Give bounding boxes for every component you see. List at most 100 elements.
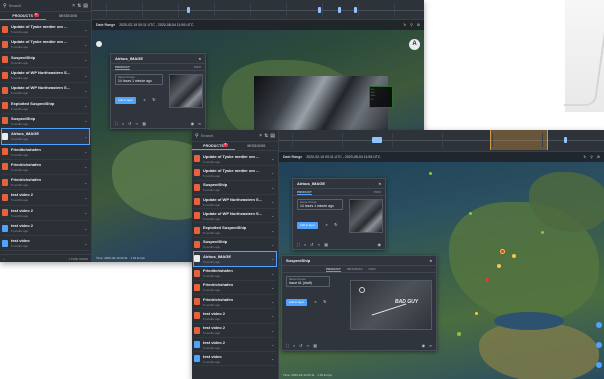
code-icon[interactable]: ‹› [318, 242, 321, 247]
grid-icon[interactable]: ▦ [313, 343, 317, 348]
chevron-down-icon[interactable]: ⌄ [271, 156, 276, 161]
issue-field[interactable]: Name of issue 14 hours 1 minute ago [115, 74, 163, 85]
map-marker[interactable] [469, 212, 472, 215]
close-icon[interactable]: × [304, 242, 306, 247]
list-item[interactable]: Exploited SuspectShip 5 months ago ⌄ [2, 98, 89, 114]
tab-metadata[interactable]: METADATA [347, 267, 363, 271]
tab-info[interactable]: INFO [194, 65, 201, 69]
chevron-down-icon[interactable]: ⌄ [271, 228, 276, 233]
remove-icon[interactable]: × [143, 97, 145, 102]
refresh-icon[interactable]: ↻ [152, 97, 155, 102]
map-marker[interactable] [541, 231, 544, 234]
eye-icon[interactable]: ◉ [191, 121, 195, 126]
list-item[interactable]: Exploited SuspectShip 5 months ago ⌄ [194, 223, 276, 238]
add-to-layer-button[interactable]: Add to layer [115, 96, 136, 104]
tab-missions[interactable]: MISSIONS [235, 142, 278, 150]
list-item[interactable]: test video 25 months ago ⌄ [194, 338, 276, 353]
image-thumbnail[interactable] [169, 74, 203, 108]
list-item[interactable]: Friedrichshafen 5 months ago ⌄ [194, 281, 276, 295]
close-icon[interactable]: × [199, 56, 201, 61]
chevron-down-icon[interactable]: ⌄ [271, 242, 276, 247]
zoom-icon[interactable]: ⚲ [410, 23, 413, 27]
close-icon[interactable]: × [379, 181, 381, 186]
list-item[interactable]: test video 25 months ago ⌄ [2, 190, 89, 206]
chevron-down-icon[interactable]: ⌄ [84, 180, 89, 185]
map-marker[interactable] [485, 278, 489, 282]
add-button[interactable]: + [3, 257, 5, 261]
settings-icon[interactable]: ⚙ [417, 23, 420, 27]
list-item[interactable]: Update of Tyske medier om ... 5 months ag… [2, 37, 89, 53]
refresh-icon[interactable]: ↻ [403, 23, 406, 27]
list-item[interactable]: Friedrichshafen 5 months ago ⌄ [2, 160, 89, 175]
selected-time-range[interactable] [490, 130, 548, 150]
list-item[interactable]: Update of Tyske medier om ... 5 months ag… [194, 166, 276, 181]
chevron-down-icon[interactable]: ⌄ [84, 164, 89, 169]
list-item[interactable]: Frieditchshafen 5 months ago ⌄ [194, 266, 276, 281]
issue-field[interactable]: Name of issue Issue #1 (draft) [286, 276, 330, 287]
list-item[interactable]: SuspectShip 5 months ago ⌄ [194, 238, 276, 253]
list-item[interactable]: Update of Tyske medier om ... 5 months ag… [2, 22, 89, 38]
expand-icon[interactable]: ⛶ [297, 242, 300, 247]
chevron-down-icon[interactable]: ⌄ [271, 271, 276, 276]
code-icon[interactable]: ‹› [307, 343, 310, 348]
avatar[interactable]: A [409, 39, 420, 50]
expand-icon[interactable]: ⛶ [286, 343, 289, 348]
map-marker[interactable] [596, 342, 602, 348]
eye-icon[interactable]: ◉ [422, 343, 426, 348]
grid-icon[interactable]: ▦ [142, 121, 146, 126]
sort-icon[interactable]: ⇅ [264, 133, 268, 139]
chevron-down-icon[interactable]: ⌄ [84, 195, 89, 200]
tab-info[interactable]: INFO [369, 267, 376, 271]
list-item[interactable]: SuspectShip 5 months ago ⌄ [194, 181, 276, 195]
tab-product[interactable]: PRODUCT [297, 190, 312, 195]
timeline-event[interactable] [318, 7, 321, 13]
chevron-down-icon[interactable]: ⌄ [271, 185, 276, 190]
grid-icon[interactable]: ▦ [324, 242, 328, 247]
map-marker[interactable] [457, 332, 461, 336]
close-icon[interactable]: × [293, 343, 295, 348]
list-item[interactable]: Update of WP Northeastern S... 5 months a… [2, 83, 89, 99]
list-item[interactable]: Update of WP Northeastern S... 5 months a… [2, 68, 89, 84]
undo-icon[interactable]: ↺ [128, 121, 131, 126]
chevron-down-icon[interactable]: ⌄ [271, 313, 276, 318]
list-item[interactable]: test video 5 months ago ⌄ [2, 236, 89, 252]
chevron-down-icon[interactable]: ⌄ [84, 118, 89, 123]
remove-icon[interactable]: × [325, 222, 327, 227]
close-icon[interactable]: × [72, 3, 75, 9]
tab-info[interactable]: INFO [374, 190, 381, 194]
eye-icon[interactable]: ◉ [378, 242, 382, 247]
camera-icon[interactable] [96, 41, 102, 47]
list-item[interactable]: test video 5 months ago ⌄ [194, 352, 276, 367]
zoom-icon[interactable]: ⚲ [590, 155, 593, 159]
settings-icon[interactable]: ⚙ [597, 155, 600, 159]
list-item[interactable]: test video 25 months ago ⌄ [2, 206, 89, 221]
issue-field[interactable]: Name of issue 14 hours 1 minute ago [297, 199, 343, 210]
chevron-down-icon[interactable]: ⌄ [84, 226, 89, 231]
chevron-down-icon[interactable]: ⌄ [84, 134, 89, 139]
timeline[interactable] [92, 0, 424, 20]
list-item[interactable]: Update of Tyske medier om ... 5 months ag… [194, 152, 276, 167]
refresh-icon[interactable]: ↻ [583, 155, 586, 159]
chevron-down-icon[interactable]: ⌄ [84, 149, 89, 154]
list-item[interactable]: Airbus_IMAGE 5 months ago ⌄ [193, 251, 277, 268]
chevron-down-icon[interactable]: ⌄ [84, 210, 89, 215]
list-item[interactable]: Frieditchshafen 5 months ago ⌄ [2, 144, 89, 160]
tab-products[interactable]: PRODUCTS 5 [192, 142, 235, 150]
undo-icon[interactable]: ↺ [310, 242, 313, 247]
chevron-down-icon[interactable]: ⌄ [271, 199, 276, 204]
close-icon[interactable]: × [259, 133, 262, 139]
chevron-down-icon[interactable]: ⌄ [84, 88, 89, 93]
code-icon[interactable]: ‹› [136, 121, 139, 126]
list-item[interactable]: Update of WP Northeastern S... 5 months a… [194, 209, 276, 224]
chevron-down-icon[interactable]: ⌄ [271, 285, 276, 290]
chevron-down-icon[interactable]: ⌄ [271, 299, 276, 304]
expand-icon[interactable]: ⛶ [115, 121, 118, 126]
document-icon[interactable]: ▤ [270, 133, 275, 139]
timeline-event[interactable] [564, 137, 567, 143]
map-marker[interactable] [475, 312, 478, 315]
search-input[interactable]: Search [201, 133, 257, 138]
chevron-down-icon[interactable]: ⌄ [84, 241, 89, 246]
chevron-down-icon[interactable]: ⌄ [271, 170, 276, 175]
tab-product[interactable]: PRODUCT [115, 65, 130, 70]
map-marker[interactable] [512, 254, 516, 258]
